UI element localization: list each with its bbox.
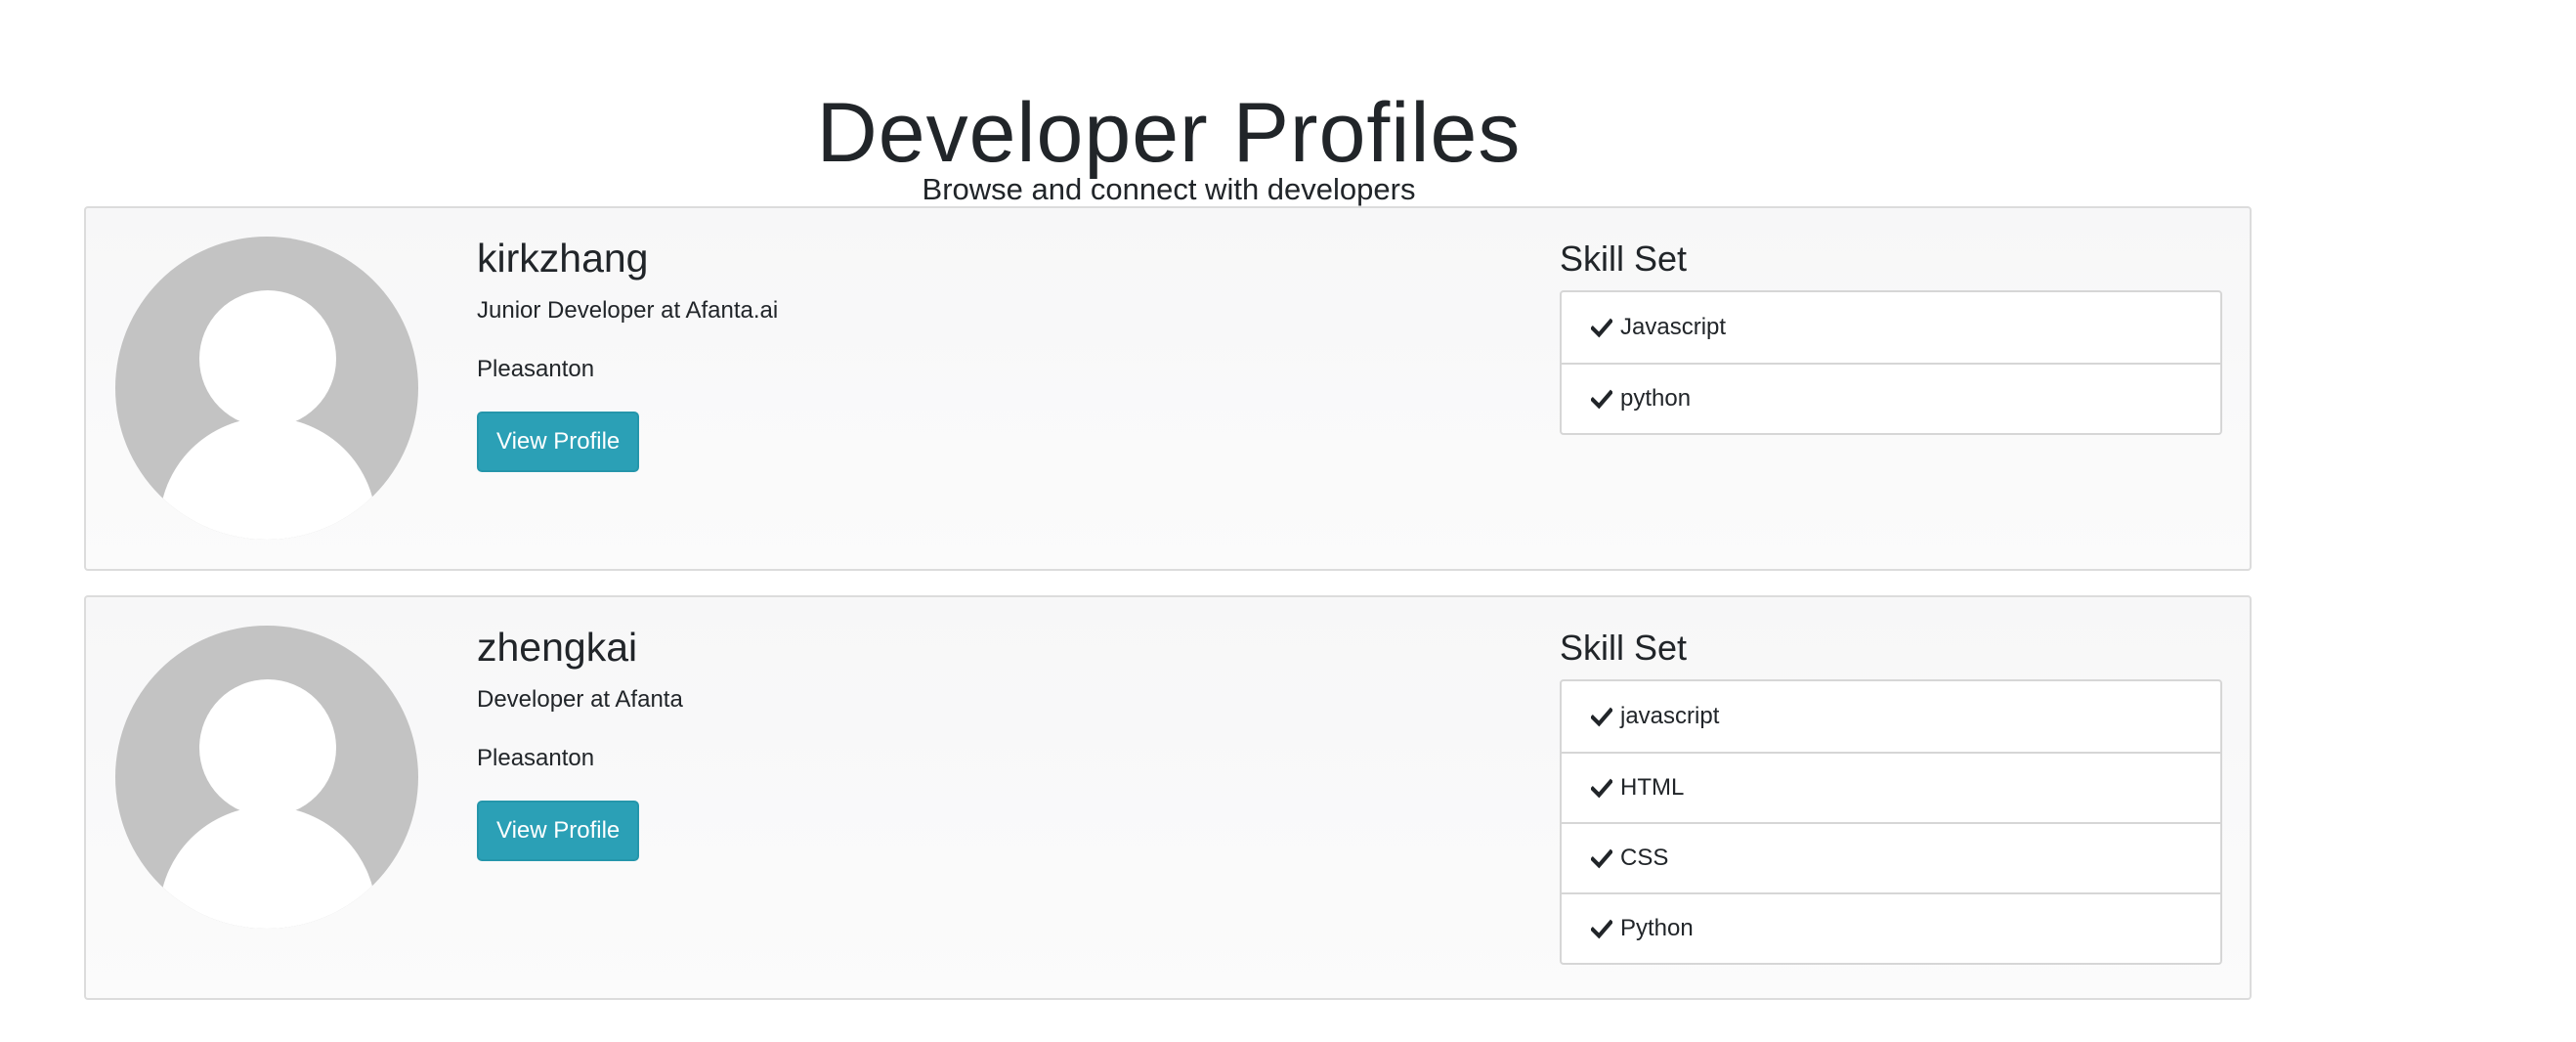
skill-label: CSS [1620, 845, 1669, 871]
skill-set: Skill Set javascript HTML CSS Python [1560, 627, 2222, 965]
location: Pleasanton [477, 745, 595, 771]
skill-item: python [1562, 363, 2220, 433]
avatar-body-shape [159, 417, 376, 540]
skill-set-heading: Skill Set [1560, 239, 1688, 279]
default-avatar-icon [115, 237, 418, 540]
check-icon [1591, 778, 1612, 799]
check-icon [1591, 389, 1612, 410]
profile-info: zhengkai Developer at Afanta Pleasanton … [477, 623, 683, 861]
page-title: Developer Profiles [816, 85, 1522, 180]
avatar-head-shape [199, 290, 336, 427]
check-icon [1591, 318, 1612, 338]
check-icon [1591, 707, 1612, 727]
skill-item: HTML [1562, 752, 2220, 822]
skill-list: javascript HTML CSS Python [1560, 679, 2222, 965]
page: Developer Profiles Browse and connect wi… [0, 0, 2576, 1042]
avatar-body-shape [159, 806, 376, 929]
location: Pleasanton [477, 356, 595, 382]
skill-label: Python [1620, 915, 1694, 941]
skill-label: Javascript [1620, 314, 1727, 340]
skill-label: javascript [1620, 703, 1720, 729]
skill-label: HTML [1620, 774, 1685, 801]
profile-card: zhengkai Developer at Afanta Pleasanton … [84, 595, 2252, 1000]
view-profile-button[interactable]: View Profile [477, 801, 640, 861]
page-subtitle: Browse and connect with developers [922, 172, 1416, 206]
username: kirkzhang [477, 236, 649, 281]
skill-item: javascript [1562, 681, 2220, 752]
skill-item: Javascript [1562, 292, 2220, 363]
job-title: Junior Developer at Afanta.ai [477, 297, 779, 324]
view-profile-button[interactable]: View Profile [477, 412, 640, 472]
username: zhengkai [477, 625, 638, 670]
default-avatar-icon [115, 626, 418, 929]
profile-card: kirkzhang Junior Developer at Afanta.ai … [84, 206, 2252, 571]
skill-item: Python [1562, 892, 2220, 963]
check-icon [1591, 919, 1612, 939]
skill-set-heading: Skill Set [1560, 628, 1688, 668]
skill-set: Skill Set Javascript python [1560, 238, 2222, 435]
profile-info: kirkzhang Junior Developer at Afanta.ai … [477, 234, 778, 472]
check-icon [1591, 848, 1612, 869]
skill-label: python [1620, 385, 1692, 412]
skill-item: CSS [1562, 822, 2220, 892]
job-title: Developer at Afanta [477, 686, 683, 713]
avatar-head-shape [199, 679, 336, 816]
skill-list: Javascript python [1560, 290, 2222, 435]
